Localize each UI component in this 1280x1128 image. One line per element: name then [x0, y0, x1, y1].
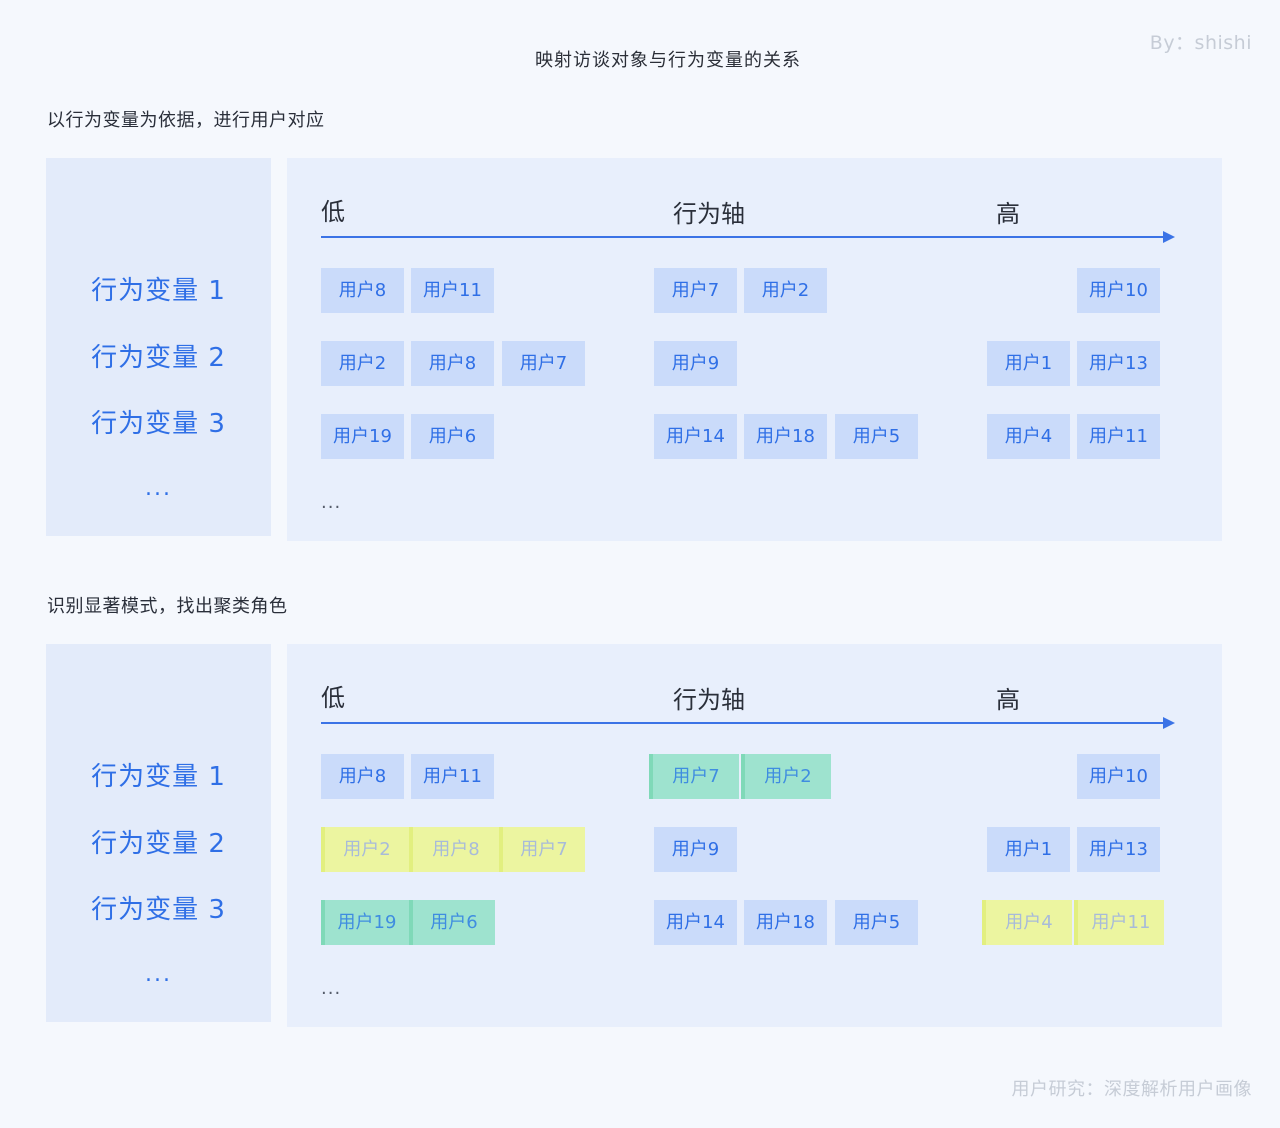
user-chip-cluster-yellow: 用户4	[982, 900, 1072, 945]
user-chip: 用户18	[744, 414, 827, 459]
axis-high-label: 高	[996, 686, 1020, 714]
user-chip: 用户18	[744, 900, 827, 945]
user-chip: 用户5	[835, 900, 918, 945]
user-chip: 用户13	[1077, 827, 1160, 872]
section-1-heading: 以行为变量为依据，进行用户对应	[47, 110, 325, 131]
section-2-axis-panel: 低 行为轴 高 用户8 用户11 用户7 用户2 用户10 用户2 用户8 用户…	[287, 644, 1222, 1027]
user-chip: 用户8	[411, 341, 494, 386]
user-chip-cluster-yellow: 用户11	[1074, 900, 1164, 945]
user-chip: 用户2	[744, 268, 827, 313]
section-2-heading: 识别显著模式，找出聚类角色	[47, 596, 288, 617]
axis-low-label: 低	[321, 684, 345, 712]
variable-label: 行为变量 2	[91, 343, 226, 373]
user-chip-cluster-green: 用户7	[649, 754, 739, 799]
behavior-axis-line	[321, 236, 1163, 238]
more-users-ellipsis: ...	[321, 492, 342, 513]
variable-label: 行为变量 1	[91, 762, 226, 792]
user-chip-cluster-yellow: 用户2	[321, 827, 409, 872]
variable-label: 行为变量 1	[91, 276, 226, 306]
user-chip: 用户14	[654, 414, 737, 459]
axis-arrow-icon	[1163, 231, 1175, 243]
user-chip-cluster-green: 用户2	[741, 754, 831, 799]
more-users-ellipsis: ...	[321, 978, 342, 999]
user-chip: 用户14	[654, 900, 737, 945]
user-chip: 用户1	[987, 827, 1070, 872]
axis-title: 行为轴	[673, 686, 745, 714]
user-chip: 用户4	[987, 414, 1070, 459]
variable-label: 行为变量 3	[91, 895, 226, 925]
user-chip: 用户7	[654, 268, 737, 313]
user-chip: 用户10	[1077, 268, 1160, 313]
user-chip: 用户5	[835, 414, 918, 459]
variable-ellipsis: ...	[145, 962, 172, 987]
axis-arrow-icon	[1163, 717, 1175, 729]
axis-low-label: 低	[321, 198, 345, 226]
author-byline: By：shishi	[1149, 32, 1252, 54]
user-chip: 用户6	[411, 414, 494, 459]
user-chip-cluster-yellow: 用户8	[409, 827, 499, 872]
variable-ellipsis: ...	[145, 476, 172, 501]
behavior-axis-line	[321, 722, 1163, 724]
user-chip-cluster-yellow: 用户7	[499, 827, 585, 872]
user-chip-cluster-green: 用户6	[409, 900, 495, 945]
user-chip: 用户11	[1077, 414, 1160, 459]
section-2-variable-panel: 行为变量 1 行为变量 2 行为变量 3 ...	[46, 644, 271, 1022]
user-chip: 用户2	[321, 341, 404, 386]
user-chip: 用户8	[321, 754, 404, 799]
user-chip: 用户19	[321, 414, 404, 459]
variable-label: 行为变量 2	[91, 829, 226, 859]
user-chip: 用户10	[1077, 754, 1160, 799]
variable-label: 行为变量 3	[91, 409, 226, 439]
user-chip: 用户1	[987, 341, 1070, 386]
user-chip-cluster-green: 用户19	[321, 900, 409, 945]
user-chip: 用户11	[411, 754, 494, 799]
footer-caption: 用户研究：深度解析用户画像	[1011, 1079, 1252, 1100]
user-chip: 用户13	[1077, 341, 1160, 386]
section-1-axis-panel: 低 行为轴 高 用户8 用户11 用户7 用户2 用户10 用户2 用户8 用户…	[287, 158, 1222, 541]
user-chip: 用户7	[502, 341, 585, 386]
user-chip: 用户9	[654, 341, 737, 386]
axis-high-label: 高	[996, 200, 1020, 228]
section-1-variable-panel: 行为变量 1 行为变量 2 行为变量 3 ...	[46, 158, 271, 536]
diagram-title: 映射访谈对象与行为变量的关系	[535, 50, 801, 71]
user-chip: 用户11	[411, 268, 494, 313]
user-chip: 用户9	[654, 827, 737, 872]
user-chip: 用户8	[321, 268, 404, 313]
axis-title: 行为轴	[673, 200, 745, 228]
